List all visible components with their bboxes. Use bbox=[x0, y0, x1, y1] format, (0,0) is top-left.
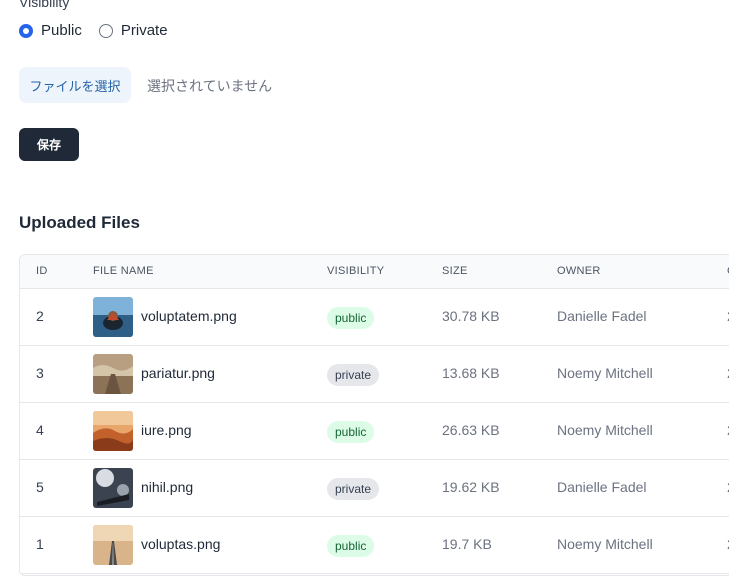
visibility-badge: public bbox=[327, 421, 375, 443]
row-id: 1 bbox=[36, 536, 44, 552]
visibility-badge: private bbox=[327, 364, 380, 386]
column-header-visibility: VISIBILITY bbox=[327, 265, 385, 277]
file-size: 26.63 KB bbox=[442, 422, 500, 438]
column-header-file-name: FILE NAME bbox=[93, 265, 154, 277]
thumbnail-image[interactable] bbox=[93, 297, 133, 337]
save-button[interactable]: 保存 bbox=[19, 128, 79, 161]
visibility-public-option[interactable]: Public bbox=[19, 22, 82, 39]
visibility-badge: public bbox=[327, 535, 375, 557]
file-name[interactable]: voluptas.png bbox=[141, 536, 220, 552]
table-row: 1 voluptas.png public 19.7 KB Noemy Mitc… bbox=[20, 517, 729, 574]
files-table: ID FILE NAME VISIBILITY SIZE OWNER C 2 v… bbox=[19, 254, 729, 576]
radio-public[interactable] bbox=[19, 23, 33, 38]
owner-name: Noemy Mitchell bbox=[557, 536, 653, 552]
owner-name: Danielle Fadel bbox=[557, 308, 647, 324]
file-size: 19.62 KB bbox=[442, 479, 500, 495]
owner-name: Danielle Fadel bbox=[557, 479, 647, 495]
file-name[interactable]: voluptatem.png bbox=[141, 308, 237, 324]
thumbnail-image[interactable] bbox=[93, 468, 133, 508]
table-row: 2 voluptatem.png public 30.78 KB Daniell… bbox=[20, 289, 729, 346]
row-id: 5 bbox=[36, 479, 44, 495]
row-id: 3 bbox=[36, 365, 44, 381]
file-name[interactable]: pariatur.png bbox=[141, 365, 215, 381]
owner-name: Noemy Mitchell bbox=[557, 365, 653, 381]
radio-private-label: Private bbox=[120, 22, 168, 39]
row-id: 4 bbox=[36, 422, 44, 438]
visibility-radio-group: Public Private bbox=[19, 22, 185, 39]
visibility-label: Visibility bbox=[19, 0, 70, 10]
visibility-badge: public bbox=[327, 307, 375, 329]
visibility-badge: private bbox=[327, 478, 380, 500]
row-id: 2 bbox=[36, 308, 44, 324]
radio-private[interactable] bbox=[98, 23, 113, 38]
thumbnail-image[interactable] bbox=[93, 525, 133, 565]
file-name[interactable]: nihil.png bbox=[141, 479, 193, 495]
thumbnail-image[interactable] bbox=[93, 411, 133, 451]
radio-public-label: Public bbox=[41, 22, 82, 39]
table-row: 3 pariatur.png private 13.68 KB Noemy Mi… bbox=[20, 346, 729, 403]
table-row: 5 nihil.png private 19.62 KB Danielle Fa… bbox=[20, 460, 729, 517]
uploaded-files-title: Uploaded Files bbox=[19, 213, 140, 232]
column-header-owner: OWNER bbox=[557, 265, 601, 277]
owner-name: Noemy Mitchell bbox=[557, 422, 653, 438]
column-header-id: ID bbox=[36, 265, 48, 277]
choose-file-button[interactable]: ファイルを選択 bbox=[19, 67, 131, 103]
file-name[interactable]: iure.png bbox=[141, 422, 192, 438]
visibility-private-option[interactable]: Private bbox=[98, 22, 168, 39]
table-row: 4 iure.png public 26.63 KB Noemy Mitchel… bbox=[20, 403, 729, 460]
file-size: 13.68 KB bbox=[442, 365, 500, 381]
file-size: 19.7 KB bbox=[442, 536, 492, 552]
column-header-size: SIZE bbox=[442, 265, 468, 277]
thumbnail-image[interactable] bbox=[93, 354, 133, 394]
file-status-text: 選択されていません bbox=[147, 78, 273, 94]
table-header: ID FILE NAME VISIBILITY SIZE OWNER C bbox=[20, 255, 729, 289]
file-size: 30.78 KB bbox=[442, 308, 500, 324]
